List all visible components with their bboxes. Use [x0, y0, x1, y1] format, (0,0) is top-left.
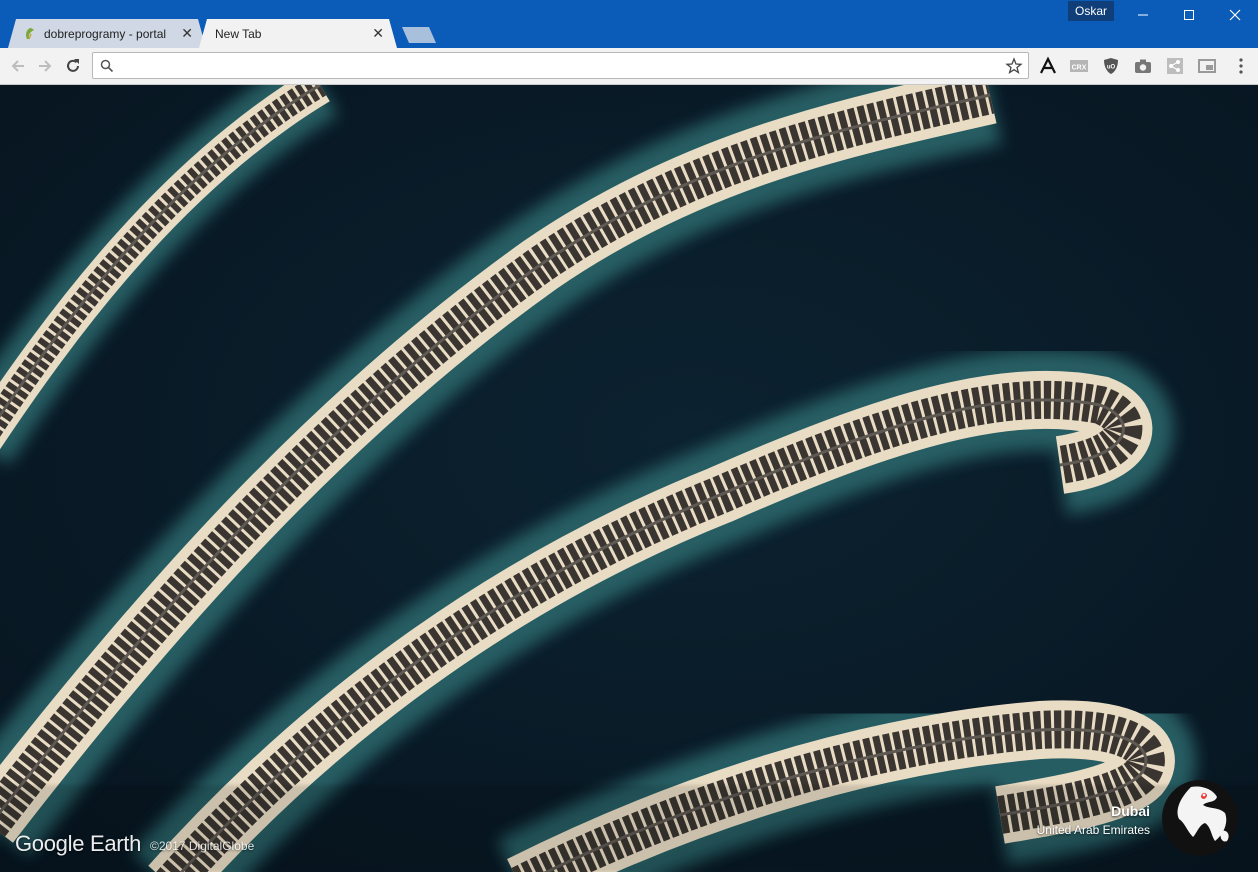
profile-button[interactable]: Oskar [1068, 1, 1114, 21]
tab-title: dobreprogramy - portal [44, 27, 167, 41]
minimize-button[interactable] [1120, 0, 1166, 30]
minimize-icon [1138, 14, 1148, 16]
tab-dobreprogramy[interactable]: dobreprogramy - portal ✕ [8, 19, 206, 48]
tab-title: New Tab [215, 27, 262, 41]
forward-icon [39, 60, 52, 72]
earth-view: Google Earth ©2017 DigitalGlobe Dubai Un… [0, 85, 1258, 872]
camera-extension-button[interactable] [1133, 56, 1153, 76]
cast-icon [1198, 59, 1216, 73]
font-a-icon [1040, 56, 1056, 74]
location-city[interactable]: Dubai [1111, 803, 1150, 819]
maximize-button[interactable] [1166, 0, 1212, 30]
tab-close-icon[interactable]: ✕ [372, 25, 384, 41]
toolbar: CRX uO [0, 48, 1258, 85]
search-icon [100, 59, 114, 73]
bookmark-star-icon[interactable] [1005, 57, 1023, 75]
menu-button[interactable] [1231, 56, 1251, 76]
forward-button[interactable] [35, 56, 55, 76]
omnibox-input[interactable] [117, 56, 1001, 76]
share-extension-button[interactable] [1165, 56, 1185, 76]
close-icon [1229, 9, 1241, 21]
cast-extension-button[interactable] [1197, 56, 1217, 76]
font-extension-button[interactable] [1038, 56, 1058, 76]
title-bar: dobreprogramy - portal ✕ New Tab ✕ Oskar [0, 0, 1258, 48]
tab-close-icon[interactable]: ✕ [181, 25, 193, 41]
crx-extension-button[interactable]: CRX [1069, 56, 1089, 76]
ublock-shield-icon: uO [1104, 58, 1118, 74]
svg-text:CRX: CRX [1072, 65, 1087, 72]
omnibox[interactable] [92, 52, 1029, 79]
satellite-image [0, 85, 1258, 872]
menu-kebab-icon [1239, 58, 1243, 74]
close-window-button[interactable] [1212, 0, 1258, 30]
reload-icon [67, 59, 79, 72]
leaf-favicon-icon [26, 28, 34, 40]
back-icon [11, 60, 24, 72]
new-tab-button[interactable] [402, 27, 436, 43]
share-icon [1167, 58, 1183, 74]
maximize-icon [1184, 10, 1194, 20]
location-country[interactable]: United Arab Emirates [1037, 823, 1150, 837]
crx-icon: CRX [1070, 60, 1088, 72]
imagery-copyright: ©2017 DigitalGlobe [150, 839, 255, 853]
reload-button[interactable] [63, 56, 83, 76]
ublock-extension-button[interactable]: uO [1101, 56, 1121, 76]
tab-new-tab[interactable]: New Tab ✕ [199, 19, 397, 48]
svg-text:uO: uO [1107, 65, 1116, 71]
globe-icon[interactable] [1161, 779, 1239, 857]
camera-icon [1135, 59, 1151, 73]
back-button[interactable] [8, 56, 28, 76]
google-earth-logo: Google Earth [15, 831, 142, 856]
